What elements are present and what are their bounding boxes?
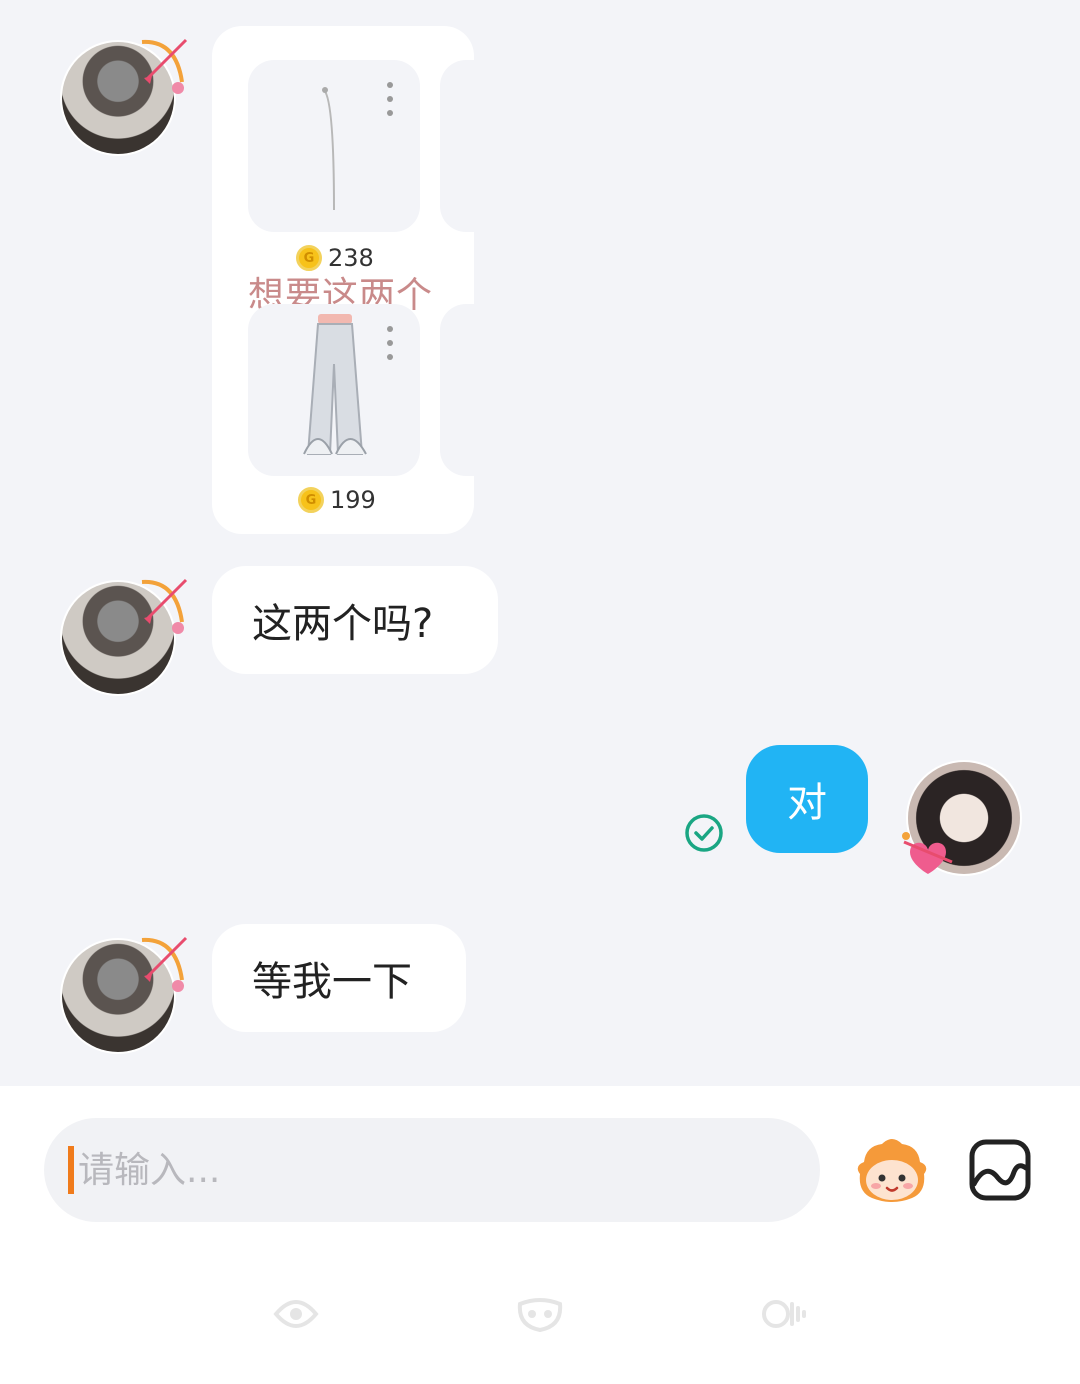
more-options-icon[interactable] [386,82,394,116]
more-options-icon[interactable] [386,326,394,360]
cupid-bow-icon [141,38,188,94]
price-value: 199 [330,486,376,514]
text-cursor [68,1146,74,1194]
product-thumb-pants[interactable] [248,304,420,476]
nav-voice-icon[interactable] [760,1294,808,1334]
coin-icon: G [298,487,324,513]
nav-eye-icon[interactable] [272,1294,320,1334]
chat-area[interactable]: G 238 想要这两个 G 199 这两个吗? 对 等我一下 [0,0,1080,1086]
message-input[interactable] [78,1149,678,1191]
message-text: 这两个吗? [252,601,434,647]
necklace-image [322,87,335,211]
check-circle-icon [685,814,723,852]
sticker-face-icon[interactable] [852,1136,932,1206]
cupid-bow-icon [141,936,188,992]
product-card[interactable]: G 238 想要这两个 G 199 [212,26,474,534]
product-thumb-next[interactable] [440,60,474,232]
message-bubble-received[interactable]: 这两个吗? [212,566,498,674]
product-thumb-next[interactable] [440,304,474,476]
message-text: 对 [787,780,827,826]
cupid-bow-icon [141,578,188,634]
product-thumb-necklace[interactable] [248,60,420,232]
message-text: 等我一下 [252,959,412,1005]
contact-avatar[interactable] [62,936,188,1052]
my-avatar[interactable] [902,762,1020,874]
contact-avatar[interactable] [62,38,188,154]
message-bubble-received[interactable]: 等我一下 [212,924,466,1032]
silver-pants-image [303,314,367,455]
nav-mask-icon[interactable] [516,1294,564,1334]
contact-avatar[interactable] [62,578,188,694]
cupid-heart-icon [902,832,953,874]
image-icon[interactable] [968,1138,1032,1202]
composer-bar [0,1086,1080,1384]
message-input-container[interactable] [44,1118,820,1222]
message-bubble-sent[interactable]: 对 [746,745,868,853]
product-price: G 199 [298,486,376,514]
